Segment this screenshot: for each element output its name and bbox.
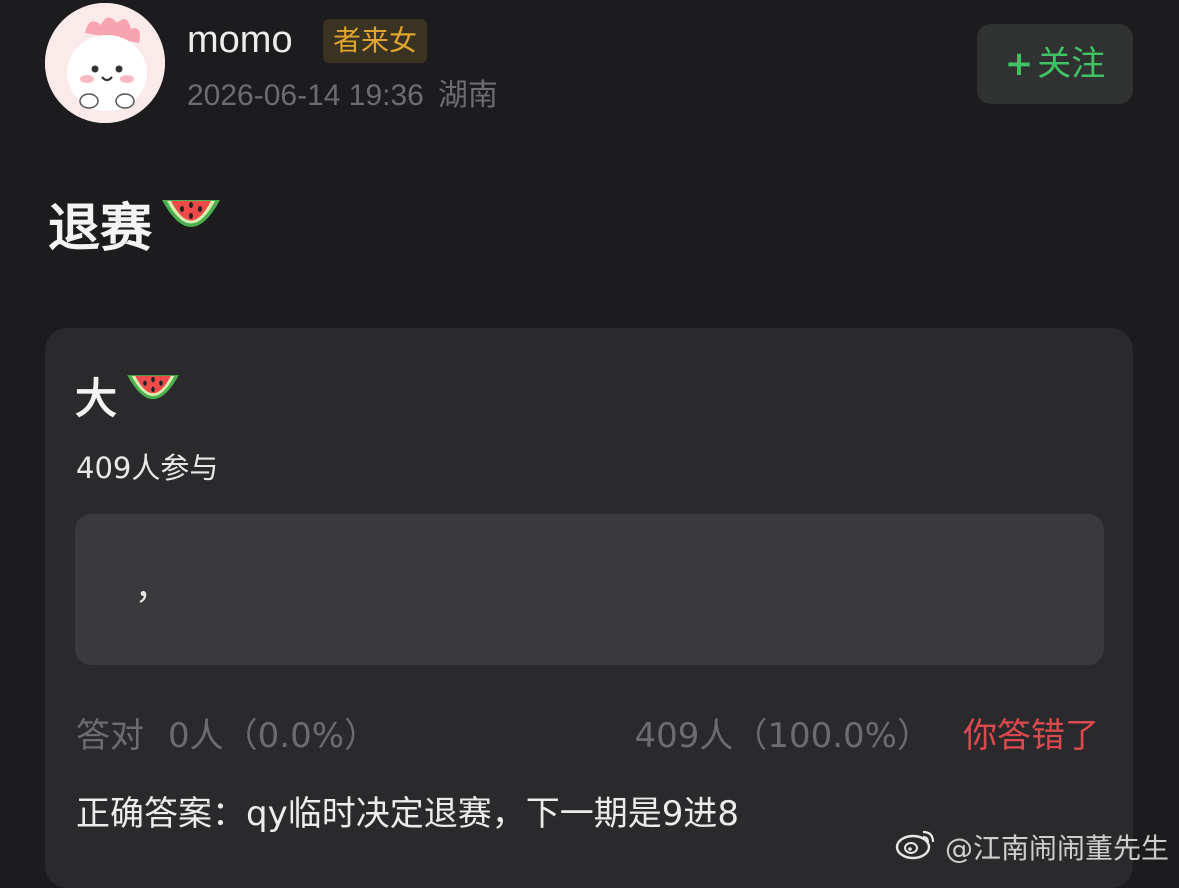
quiz-card: 大 409人参与 ， 答对 0人（0.0%） 409人（100.0%） 你答错了 正…: [45, 328, 1133, 888]
user-tag-badge: 者来女: [323, 19, 428, 63]
avatar-illustration: [45, 3, 165, 123]
watermelon-icon: [123, 368, 183, 430]
follow-button-label: 关注: [1037, 44, 1106, 84]
post-title: 退赛: [48, 192, 224, 265]
correct-stats: 答对 0人（0.0%）: [76, 712, 378, 760]
weibo-logo-icon: [895, 826, 937, 871]
watermark: @江南闹闹董先生: [895, 826, 1169, 871]
correct-answer: 正确答案：qy临时决定退赛，下一期是9进8: [76, 794, 739, 834]
username[interactable]: momo: [187, 16, 293, 64]
wrong-count: 409人（100.0%）: [634, 716, 931, 756]
wrong-stats: 409人（100.0%） 你答错了: [634, 712, 1099, 760]
post-title-text: 退赛: [48, 198, 153, 259]
quiz-option[interactable]: ，: [75, 514, 1104, 665]
quiz-question-text: 大: [75, 374, 118, 423]
plus-icon: +: [1004, 44, 1034, 84]
wrong-verdict: 你答错了: [963, 716, 1099, 756]
participant-count: 409人参与: [76, 451, 219, 485]
post-location: 湖南: [437, 79, 498, 112]
correct-count: 0人（0.0%）: [168, 716, 379, 756]
watermark-text: @江南闹闹董先生: [944, 831, 1169, 865]
follow-button[interactable]: + 关注: [977, 24, 1133, 104]
quiz-question: 大: [75, 368, 183, 430]
quiz-option-text: ，: [135, 568, 169, 608]
correct-label: 答对: [76, 716, 144, 756]
post-meta: 2026-06-14 19:36 湖南: [187, 76, 498, 116]
watermelon-icon: [158, 192, 224, 265]
post-timestamp: 2026-06-14 19:36: [187, 79, 424, 112]
avatar[interactable]: [45, 3, 165, 123]
